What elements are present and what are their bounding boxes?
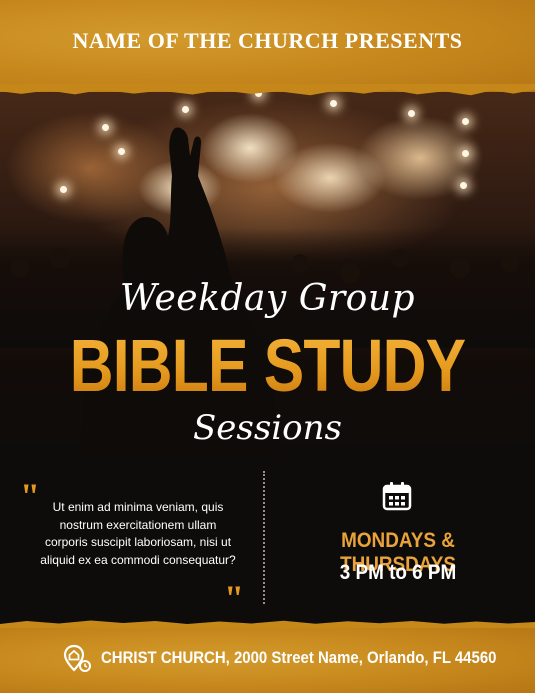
top-banner: NAME OF THE CHURCH PRESENTS: [0, 0, 535, 92]
open-quote-mark: ": [20, 476, 40, 516]
dotted-divider: [263, 471, 265, 604]
stage-light: [182, 106, 189, 113]
stage-light: [462, 150, 469, 157]
flyer: NAME OF THE CHURCH PRESENTS Weekday Grou…: [0, 0, 535, 693]
close-quote-mark: ": [224, 578, 244, 618]
stage-light: [330, 100, 337, 107]
quote-text: Ut enim ad minima veniam, quis nostrum e…: [40, 500, 236, 567]
church-name-heading: NAME OF THE CHURCH PRESENTS: [72, 28, 463, 53]
sessions-heading: Sessions: [193, 408, 342, 448]
church-address: CHRIST CHURCH, 2000 Street Name, Orlando…: [101, 648, 497, 667]
stage-light: [408, 110, 415, 117]
bible-study-title: BIBLE STUDY: [48, 326, 487, 406]
calendar-icon: [382, 482, 412, 511]
schedule-time: 3 PM to 6 PM: [339, 561, 457, 584]
weekday-group-heading: Weekday Group: [119, 278, 416, 319]
location-pin-icon: [63, 644, 91, 672]
stage-light: [60, 186, 67, 193]
stage-light: [462, 118, 469, 125]
stage-light: [460, 182, 467, 189]
